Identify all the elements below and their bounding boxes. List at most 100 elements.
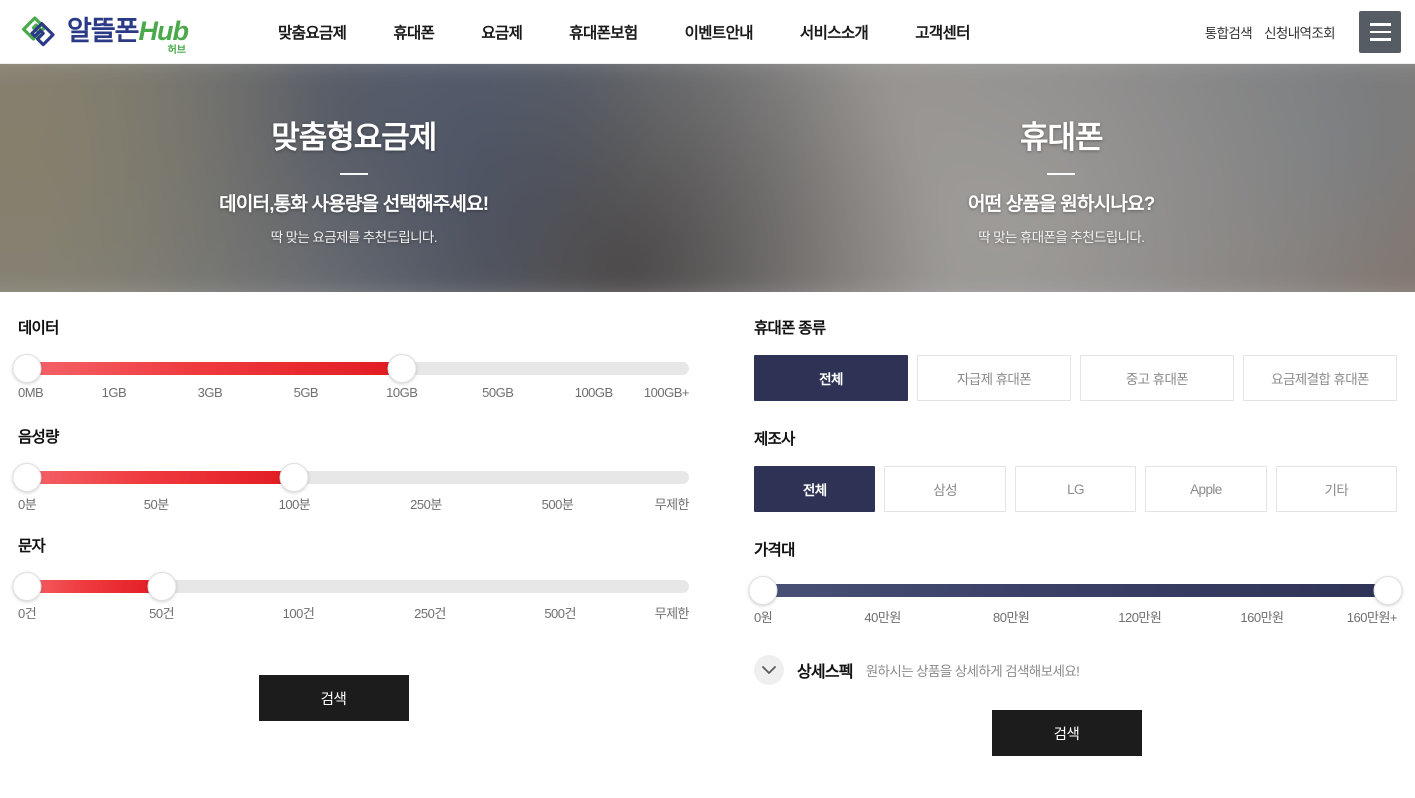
slider-ticks: 0분 50분 100분 250분 500분 무제한 xyxy=(18,494,690,512)
slider-price[interactable]: 0원 40만원 80만원 120만원 160만원 160만원+ xyxy=(748,576,1403,625)
chevron-down-glyph xyxy=(762,665,776,674)
field-price-range: 가격대 0원 40만원 80만원 120만원 160만원 160만원+ xyxy=(748,538,1403,625)
nav-item-service-intro[interactable]: 서비스소개 xyxy=(800,21,869,43)
manufacturer-option-apple[interactable]: Apple xyxy=(1145,466,1267,512)
manufacturer-option-samsung[interactable]: 삼성 xyxy=(884,466,1006,512)
slider-tick: 160만원 xyxy=(1240,610,1284,625)
slider-tick: 100GB+ xyxy=(643,385,690,400)
slider-tick: 50분 xyxy=(143,497,169,512)
slider-handle-max[interactable] xyxy=(279,463,309,492)
nav-item-phones[interactable]: 휴대폰 xyxy=(393,21,435,43)
hero-right-title: 휴대폰 xyxy=(1019,120,1104,155)
slider-tick: 3GB xyxy=(197,385,223,400)
header-utility-area: 통합검색 신청내역조회 xyxy=(1205,0,1401,64)
slider-tick: 160만원+ xyxy=(1346,610,1398,625)
field-label-voice: 음성량 xyxy=(18,429,59,446)
hero-left-divider xyxy=(339,173,368,175)
slider-handle-max[interactable] xyxy=(387,354,417,383)
slider-tick: 5GB xyxy=(293,385,319,400)
plan-search-panel: 데이터 0MB 1GB 3GB 5GB 10GB 50GB 100GB 100G… xyxy=(0,292,707,798)
nav-item-phone-insurance[interactable]: 휴대폰보험 xyxy=(569,21,638,43)
phone-type-option-all[interactable]: 전체 xyxy=(754,355,908,401)
field-label-price-range: 가격대 xyxy=(754,542,795,559)
slider-tick: 0MB xyxy=(18,385,44,400)
hero-right-column: 휴대폰 어떤 상품을 원하시나요? 딱 맞는 휴대폰을 추천드립니다. xyxy=(708,64,1415,292)
field-voice: 음성량 0분 50분 100분 250분 500분 무제한 xyxy=(12,425,690,512)
slider-tick: 무제한 xyxy=(654,606,690,621)
nav-item-plans[interactable]: 요금제 xyxy=(481,21,523,43)
field-sms: 문자 0건 50건 100건 250건 500건 무제한 xyxy=(12,534,690,621)
nav-item-custom-plan[interactable]: 맞춤요금제 xyxy=(278,21,347,43)
phone-type-options: 전체 자급제 휴대폰 중고 휴대폰 요금제결합 휴대폰 xyxy=(754,355,1397,401)
field-data: 데이터 0MB 1GB 3GB 5GB 10GB 50GB 100GB 100G… xyxy=(12,316,690,400)
field-label-phone-type: 휴대폰 종류 xyxy=(754,320,826,337)
slider-tick: 1GB xyxy=(101,385,127,400)
slider-tick: 500건 xyxy=(544,606,576,621)
slider-tick: 80만원 xyxy=(992,610,1030,625)
slider-tick: 0건 xyxy=(18,606,37,621)
phone-type-option-used[interactable]: 중고 휴대폰 xyxy=(1080,355,1234,401)
slider-handle-min[interactable] xyxy=(12,572,42,601)
manufacturer-option-all[interactable]: 전체 xyxy=(754,466,876,512)
detail-spec-title: 상세스펙 xyxy=(797,664,853,681)
detail-spec-toggle[interactable]: 상세스펙 원하시는 상품을 상세하게 검색해보세요! xyxy=(754,655,1397,685)
field-label-sms: 문자 xyxy=(18,538,46,555)
slider-voice[interactable]: 0분 50분 100분 250분 500분 무제한 xyxy=(12,463,690,512)
slider-data[interactable]: 0MB 1GB 3GB 5GB 10GB 50GB 100GB 100GB+ xyxy=(12,354,690,400)
slider-tick: 100건 xyxy=(282,606,315,621)
slider-tick: 250건 xyxy=(414,606,446,621)
slider-tick: 500분 xyxy=(541,497,574,512)
interlocking-rings-logo-icon xyxy=(22,15,55,46)
field-label-manufacturer: 제조사 xyxy=(754,431,795,448)
slider-tick: 50건 xyxy=(149,606,175,621)
hero-left-subtitle: 데이터,통화 사용량을 선택해주세요! xyxy=(219,194,489,215)
slider-tick: 100GB xyxy=(574,385,613,400)
plan-search-button-wrapper: 검색 xyxy=(18,675,689,721)
hero-left-description: 딱 맞는 요금제를 추천드립니다. xyxy=(270,230,438,245)
field-label-data: 데이터 xyxy=(18,320,59,337)
site-logo[interactable]: 알뜰폰Hub 허브 xyxy=(18,15,189,56)
phone-type-option-bundled[interactable]: 요금제결합 휴대폰 xyxy=(1243,355,1397,401)
slider-tick: 250분 xyxy=(410,497,442,512)
hero-left-column: 맞춤형요금제 데이터,통화 사용량을 선택해주세요! 딱 맞는 요금제를 추천드… xyxy=(0,64,708,292)
slider-tick: 10GB xyxy=(386,385,418,400)
hero-right-description: 딱 맞는 휴대폰을 추천드립니다. xyxy=(978,230,1145,245)
slider-tick: 40만원 xyxy=(864,610,901,625)
logo-brand: 알뜰폰 xyxy=(67,16,140,46)
nav-item-events[interactable]: 이벤트안내 xyxy=(685,21,754,43)
phone-search-panel: 휴대폰 종류 전체 자급제 휴대폰 중고 휴대폰 요금제결합 휴대폰 제조사 전… xyxy=(707,292,1415,798)
slider-fill xyxy=(754,584,1397,597)
slider-fill xyxy=(18,362,402,375)
slider-tick: 0원 xyxy=(754,610,773,625)
slider-fill xyxy=(18,471,295,484)
logo-sub: 허브 xyxy=(167,45,187,56)
utility-link-integrated-search[interactable]: 통합검색 xyxy=(1205,22,1253,42)
slider-sms[interactable]: 0건 50건 100건 250건 500건 무제한 xyxy=(12,572,690,621)
logo-hub: Hub xyxy=(138,16,189,46)
manufacturer-option-other[interactable]: 기타 xyxy=(1275,466,1398,512)
slider-handle-min[interactable] xyxy=(748,576,778,605)
utility-link-application-history[interactable]: 신청내역조회 xyxy=(1264,22,1336,42)
hero-banner: 맞춤형요금제 데이터,통화 사용량을 선택해주세요! 딱 맞는 요금제를 추천드… xyxy=(0,64,1415,292)
field-phone-type: 휴대폰 종류 전체 자급제 휴대폰 중고 휴대폰 요금제결합 휴대폰 xyxy=(754,316,1397,401)
slider-handle-max[interactable] xyxy=(147,572,177,601)
phone-type-option-unlocked[interactable]: 자급제 휴대폰 xyxy=(917,355,1071,401)
hero-right-subtitle: 어떤 상품을 원하시나요? xyxy=(967,194,1155,215)
detail-spec-hint: 원하시는 상품을 상세하게 검색해보세요! xyxy=(865,664,1080,679)
hamburger-icon-bar xyxy=(1369,30,1391,34)
slider-tick: 50GB xyxy=(482,385,514,400)
nav-item-customer-center[interactable]: 고객센터 xyxy=(915,21,970,43)
field-manufacturer: 제조사 전체 삼성 LG Apple 기타 xyxy=(754,427,1398,512)
slider-handle-min[interactable] xyxy=(12,463,42,492)
hero-left-title: 맞춤형요금제 xyxy=(271,120,437,155)
slider-tick: 100분 xyxy=(278,497,311,512)
hamburger-menu-button[interactable] xyxy=(1359,11,1401,53)
plan-search-button[interactable]: 검색 xyxy=(258,675,409,721)
chevron-down-icon xyxy=(754,655,784,685)
phone-search-button[interactable]: 검색 xyxy=(991,710,1142,756)
manufacturer-option-lg[interactable]: LG xyxy=(1014,466,1137,512)
hamburger-icon-bar xyxy=(1369,38,1391,41)
slider-handle-min[interactable] xyxy=(12,354,42,383)
slider-handle-max[interactable] xyxy=(1373,576,1403,605)
hero-right-divider xyxy=(1047,173,1076,175)
